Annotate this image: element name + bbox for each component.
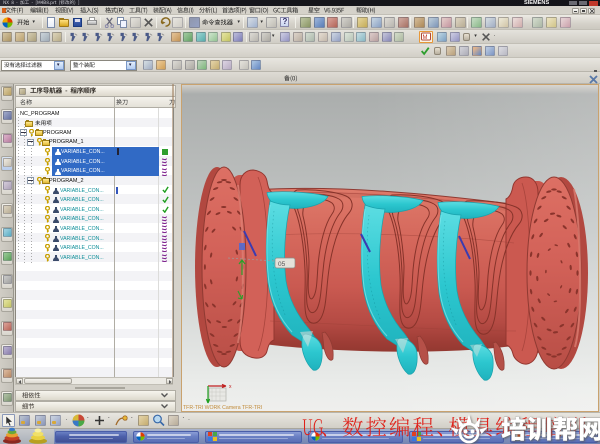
svg-text:x: x: [229, 384, 232, 390]
svg-text:M: M: [423, 35, 428, 41]
svg-text:05: 05: [278, 261, 286, 268]
